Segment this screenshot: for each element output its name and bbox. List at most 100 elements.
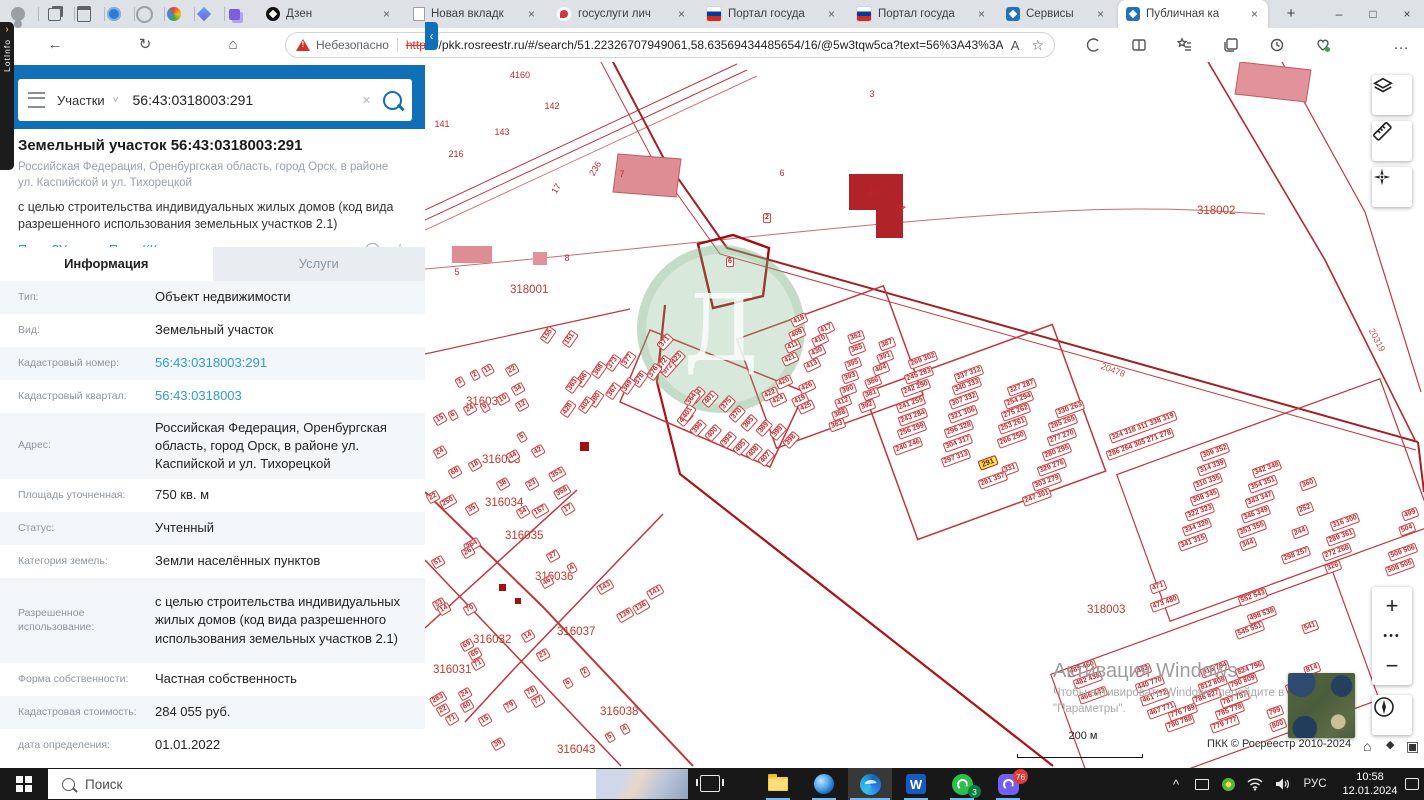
tab-close-icon[interactable]: ×: [526, 7, 537, 21]
whatsapp-taskbar-icon[interactable]: 3: [940, 768, 984, 800]
start-button[interactable]: [0, 768, 48, 800]
purple-apps-icon[interactable]: [224, 4, 244, 24]
quarter-label-318001[interactable]: 318001: [510, 284, 548, 296]
layers-button[interactable]: [1372, 75, 1412, 115]
quarter-label-318003[interactable]: 318003: [1087, 604, 1125, 616]
search-daily-image[interactable]: [596, 769, 688, 799]
task-view-icon[interactable]: [696, 775, 724, 792]
home-icon[interactable]: ⌂: [221, 33, 245, 57]
refresh-icon[interactable]: ↻: [133, 33, 157, 57]
favorite-star-icon[interactable]: ☆: [1031, 37, 1044, 54]
copilot-icon[interactable]: [1082, 34, 1104, 56]
split-screen-icon[interactable]: [1128, 34, 1150, 56]
parcel-label[interactable]: 5: [454, 267, 459, 278]
browser-essentials-icon[interactable]: [1312, 34, 1334, 56]
quarter-label-316035[interactable]: 316035: [505, 530, 543, 542]
tab-close-icon[interactable]: ×: [381, 7, 392, 21]
profile-avatar[interactable]: [8, 4, 28, 24]
window-icon[interactable]: [74, 4, 94, 24]
browser-tab-4[interactable]: Портал госуда ×: [698, 0, 845, 28]
zoom-out-button[interactable]: −: [1372, 647, 1412, 685]
attribute-value[interactable]: 56:43:0318003:291: [155, 354, 407, 372]
browser-tab-6[interactable]: Сервисы ×: [998, 0, 1114, 28]
viber-taskbar-icon[interactable]: 76: [986, 768, 1030, 800]
basemap-preview-thumbnail[interactable]: [1288, 673, 1355, 738]
compass-button[interactable]: [1372, 695, 1412, 735]
basemap-toggle-icon[interactable]: ▣: [1406, 738, 1419, 755]
search-category[interactable]: Участки: [57, 93, 105, 108]
attribute-value[interactable]: 56:43:0318003: [155, 387, 407, 405]
color-ring-icon[interactable]: [164, 4, 184, 24]
search-input[interactable]: 56:43:0318003:291: [133, 92, 363, 108]
menu-icon[interactable]: [28, 92, 45, 108]
quarter-label-316032[interactable]: 316032: [473, 634, 511, 646]
collections-icon[interactable]: [1220, 34, 1242, 56]
window-minimize-button[interactable]: –: [1322, 0, 1356, 28]
volume-tray-icon[interactable]: [1270, 768, 1296, 800]
quarter-label-316031[interactable]: 316031: [433, 664, 471, 676]
parcel-label[interactable]: 141: [434, 119, 449, 130]
word-taskbar-icon[interactable]: W: [894, 768, 938, 800]
file-explorer-taskbar-icon[interactable]: [756, 768, 800, 800]
measure-button[interactable]: [1372, 121, 1412, 161]
language-indicator[interactable]: РУС: [1298, 768, 1332, 800]
search-icon[interactable]: [383, 90, 402, 110]
settings-menu-icon[interactable]: …: [1390, 34, 1412, 56]
browser-tab-3[interactable]: госуслуги лич ×: [548, 0, 695, 28]
taskbar-search-box[interactable]: Поиск: [48, 769, 688, 799]
quarter-label-318002[interactable]: 318002: [1197, 205, 1235, 217]
url-field[interactable]: Небезопасно https ://pkk.rosreestr.ru/#/…: [285, 32, 1055, 58]
gray-circle-icon[interactable]: [134, 4, 154, 24]
antivirus-tray-icon[interactable]: [1216, 768, 1240, 800]
taskbar-clock[interactable]: 10:58 12.01.2024: [1334, 768, 1406, 800]
tab-close-icon[interactable]: ×: [826, 7, 837, 21]
edge-browser-taskbar-icon[interactable]: [848, 768, 892, 800]
parcel-label[interactable]: 6: [726, 257, 734, 267]
tab-close-icon[interactable]: ×: [1095, 7, 1106, 21]
search-bar[interactable]: Участки ˅ 56:43:0318003:291 ×: [18, 79, 412, 121]
clear-search-icon[interactable]: ×: [362, 92, 371, 109]
parcel-label[interactable]: 8: [564, 253, 569, 264]
notification-center-icon[interactable]: [1400, 768, 1424, 800]
parcel-label[interactable]: 7: [619, 169, 624, 180]
tab-close-icon[interactable]: ×: [976, 7, 987, 21]
parcel-label[interactable]: 3: [869, 89, 874, 100]
photos-app-taskbar-icon[interactable]: [802, 768, 846, 800]
diamond-icon[interactable]: [194, 4, 214, 24]
quarter-label-316037[interactable]: 316037: [557, 626, 595, 638]
browser-tab-5[interactable]: Портал госуда ×: [848, 0, 995, 28]
tab-stack-icon[interactable]: [44, 4, 64, 24]
quarter-label-316038[interactable]: 316038: [600, 706, 638, 718]
tab-close-icon[interactable]: ×: [676, 7, 687, 21]
parcel-label[interactable]: 4160: [510, 70, 530, 81]
browser-tab-1[interactable]: Дзен ×: [258, 0, 400, 28]
parcel-label[interactable]: 2: [763, 213, 771, 223]
parcel-label[interactable]: 216: [448, 149, 463, 160]
home-view-icon[interactable]: ⌂: [1363, 738, 1371, 754]
window-maximize-button[interactable]: □: [1356, 0, 1390, 28]
new-tab-button[interactable]: +: [1282, 5, 1300, 23]
center-marker-icon[interactable]: ◆: [1386, 738, 1394, 751]
wifi-tray-icon[interactable]: [1242, 768, 1268, 800]
quarter-label-316043[interactable]: 316043: [557, 744, 595, 756]
read-aloud-icon[interactable]: A: [1011, 38, 1020, 53]
globe-icon[interactable]: [104, 4, 124, 24]
tab-information[interactable]: Информация: [0, 247, 213, 281]
back-icon[interactable]: ←: [43, 33, 67, 57]
display-tray-icon[interactable]: [1190, 768, 1214, 800]
browser-tab-7[interactable]: Публичная ка ×: [1118, 0, 1268, 28]
zoom-more-button[interactable]: •••: [1372, 625, 1412, 648]
tab-services[interactable]: Услуги: [212, 247, 425, 281]
window-close-button[interactable]: ×: [1390, 0, 1424, 28]
history-icon[interactable]: [1266, 34, 1288, 56]
tray-expand-chevron[interactable]: ^: [1164, 768, 1188, 800]
tab-close-icon[interactable]: ×: [1249, 7, 1260, 21]
favorites-icon[interactable]: [1174, 34, 1196, 56]
chevron-down-icon[interactable]: ˅: [113, 95, 119, 106]
lotinfo-side-tab[interactable]: › LotInfo: [0, 22, 14, 170]
parcel-label[interactable]: 20: [868, 186, 878, 197]
zoom-in-button[interactable]: +: [1372, 587, 1412, 625]
quarter-label-316034[interactable]: 316034: [485, 497, 523, 509]
panel-collapse-chevron[interactable]: ‹: [425, 22, 438, 50]
parcel-label[interactable]: 143: [494, 127, 509, 138]
